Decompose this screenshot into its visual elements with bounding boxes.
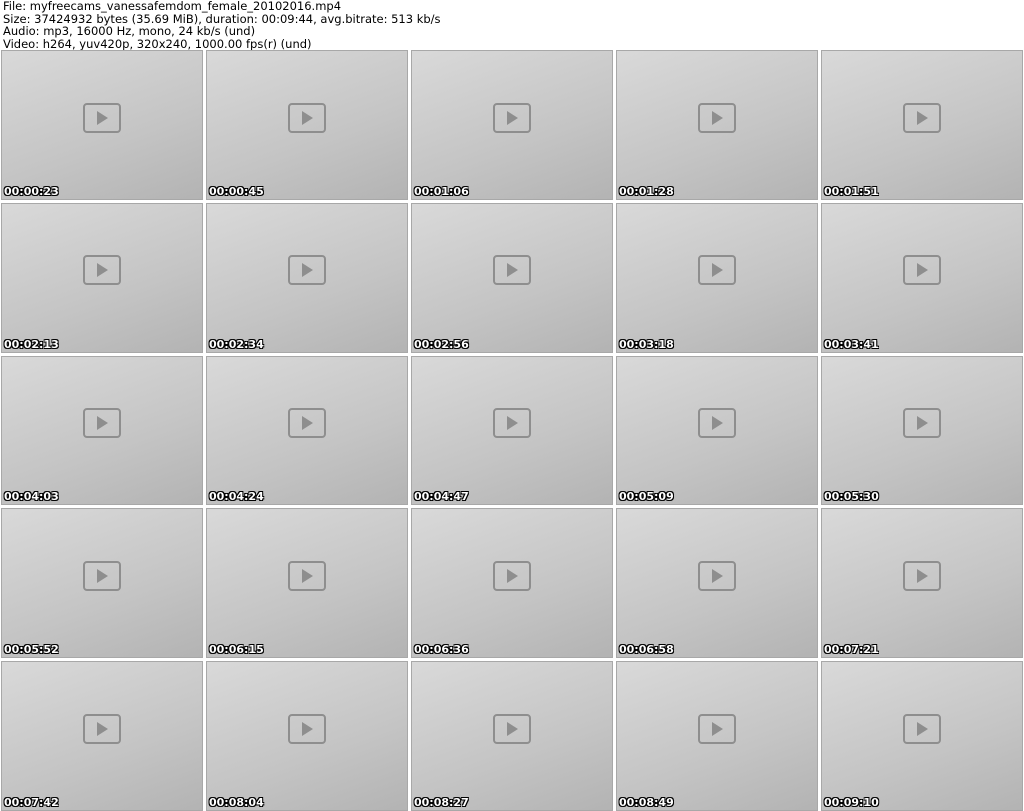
frame-timestamp: 00:08:04 [209, 796, 264, 809]
thumbnail-frame: 00:01:06 [411, 50, 613, 200]
frame-timestamp: 00:01:51 [824, 184, 879, 198]
video-frame-placeholder-icon [698, 560, 736, 591]
frame-timestamp: 00:08:27 [414, 796, 469, 809]
frame-timestamp: 00:05:52 [4, 643, 59, 657]
video-frame-placeholder-icon [83, 255, 121, 286]
thumbnail-frame: 00:05:09 [616, 355, 818, 506]
thumbnail-frame: 00:04:03 [1, 355, 203, 506]
frame-timestamp: 00:00:45 [209, 184, 264, 198]
thumbnail-frame: 00:08:27 [411, 661, 613, 811]
thumbnail-frame: 00:02:56 [411, 202, 613, 353]
frame-timestamp: 00:05:09 [619, 490, 674, 504]
thumbnail-frame: 00:08:04 [206, 661, 408, 811]
video-frame-placeholder-icon [903, 713, 941, 744]
audio-info-line: Audio: mp3, 16000 Hz, mono, 24 kb/s (und… [3, 24, 256, 38]
frame-timestamp: 00:06:36 [414, 643, 469, 657]
video-frame-placeholder-icon [903, 102, 941, 133]
video-frame-placeholder-icon [903, 255, 941, 286]
video-frame-placeholder-icon [698, 408, 736, 439]
frame-timestamp: 00:01:06 [414, 184, 469, 198]
thumbnail-frame: 00:07:42 [1, 661, 203, 811]
thumbnail-frame: 00:02:34 [206, 202, 408, 353]
video-frame-placeholder-icon [288, 255, 326, 286]
frame-timestamp: 00:03:41 [824, 337, 879, 351]
video-frame-placeholder-icon [493, 560, 531, 591]
thumbnail-frame: 00:00:45 [206, 50, 408, 200]
thumbnail-frame: 00:04:24 [206, 355, 408, 506]
video-frame-placeholder-icon [698, 713, 736, 744]
file-name-line: File: myfreecams_vanessafemdom_female_20… [3, 0, 342, 13]
video-info-line: Video: h264, yuv420p, 320x240, 1000.00 f… [3, 36, 312, 51]
frame-timestamp: 00:04:47 [414, 490, 469, 504]
frame-timestamp: 00:05:30 [824, 490, 879, 504]
file-info-header: File: myfreecams_vanessafemdom_female_20… [3, 0, 1021, 50]
frame-timestamp: 00:03:18 [619, 337, 674, 351]
video-frame-placeholder-icon [83, 102, 121, 133]
thumbnail-frame: 00:01:51 [821, 50, 1023, 200]
thumbnail-frame: 00:05:52 [1, 508, 203, 659]
frame-timestamp: 00:02:13 [4, 337, 59, 351]
thumbnail-frame: 00:04:47 [411, 355, 613, 506]
thumbnail-frame: 00:03:41 [821, 202, 1023, 353]
thumbnail-frame: 00:06:36 [411, 508, 613, 659]
frame-timestamp: 00:00:23 [4, 184, 59, 198]
thumbnail-frame: 00:03:18 [616, 202, 818, 353]
frame-timestamp: 00:09:10 [824, 796, 879, 809]
thumbnail-frame: 00:09:10 [821, 661, 1023, 811]
thumbnail-frame: 00:00:23 [1, 50, 203, 200]
frame-timestamp: 00:08:49 [619, 796, 674, 809]
thumbnail-frame: 00:05:30 [821, 355, 1023, 506]
thumbnail-frame: 00:02:13 [1, 202, 203, 353]
frame-timestamp: 00:01:28 [619, 184, 674, 198]
video-frame-placeholder-icon [903, 408, 941, 439]
video-frame-placeholder-icon [83, 560, 121, 591]
frame-timestamp: 00:02:34 [209, 337, 264, 351]
thumbnail-frame: 00:06:15 [206, 508, 408, 659]
thumbnail-frame: 00:07:21 [821, 508, 1023, 659]
thumbnail-frame: 00:06:58 [616, 508, 818, 659]
video-frame-placeholder-icon [83, 713, 121, 744]
frame-timestamp: 00:04:03 [4, 490, 59, 504]
frame-timestamp: 00:02:56 [414, 337, 469, 351]
frame-timestamp: 00:06:58 [619, 643, 674, 657]
frame-timestamp: 00:06:15 [209, 643, 264, 657]
video-frame-placeholder-icon [493, 408, 531, 439]
video-frame-placeholder-icon [493, 102, 531, 133]
video-frame-placeholder-icon [288, 713, 326, 744]
video-frame-placeholder-icon [698, 102, 736, 133]
thumbnail-grid: 00:00:23 00:00:45 00:01:06 00:01:28 00:01:51… [1, 50, 1023, 811]
thumbnail-frame: 00:01:28 [616, 50, 818, 200]
video-frame-placeholder-icon [493, 255, 531, 286]
video-frame-placeholder-icon [493, 713, 531, 744]
frame-timestamp: 00:07:21 [824, 643, 879, 657]
video-frame-placeholder-icon [698, 255, 736, 286]
video-frame-placeholder-icon [83, 408, 121, 439]
frame-timestamp: 00:07:42 [4, 796, 59, 809]
frame-timestamp: 00:04:24 [209, 490, 264, 504]
video-frame-placeholder-icon [288, 408, 326, 439]
video-frame-placeholder-icon [903, 560, 941, 591]
video-frame-placeholder-icon [288, 102, 326, 133]
video-frame-placeholder-icon [288, 560, 326, 591]
thumbnail-frame: 00:08:49 [616, 661, 818, 811]
